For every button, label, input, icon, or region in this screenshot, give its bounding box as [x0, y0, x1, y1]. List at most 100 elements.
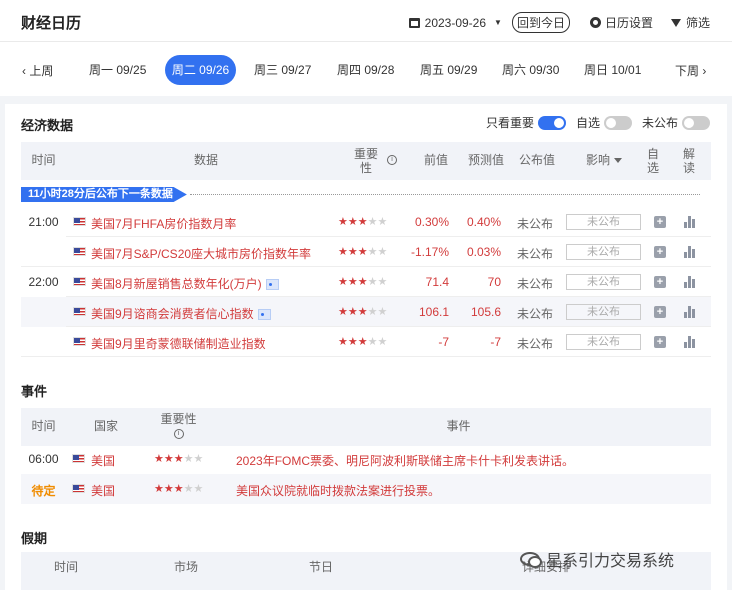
- econ-row[interactable]: 美国9月里奇蒙德联储制造业指数 ★★★★★ -7 -7 未公布 未公布 +: [21, 327, 711, 357]
- bar-chart-icon[interactable]: [684, 246, 696, 258]
- econ-row[interactable]: 22:00 美国8月新屋销售总数年化(万户) ★★★★★ 71.4 70 未公布 未公布 +: [21, 267, 711, 297]
- day-tab-sat[interactable]: 周六 09/30: [502, 55, 559, 85]
- add-watchlist-button[interactable]: +: [654, 246, 666, 258]
- star-filled-icon: ★: [347, 306, 358, 318]
- star-filled-icon: ★: [347, 276, 358, 288]
- importance-stars: ★★★★★: [154, 482, 203, 495]
- info-icon[interactable]: i: [387, 155, 397, 165]
- us-flag-icon: [73, 277, 86, 286]
- star-filled-icon: ★: [338, 246, 348, 258]
- us-flag-icon: [73, 337, 86, 346]
- day-tab-tue[interactable]: 周二 09/26: [165, 55, 236, 85]
- day-tab-thu[interactable]: 周四 09/28: [337, 55, 394, 85]
- econ-row[interactable]: 21:00 美国7月FHFA房价指数月率 ★★★★★ 0.30% 0.40% 未公布 未公布…: [21, 207, 711, 237]
- live-badge-icon: [265, 279, 279, 291]
- day-tab-fri[interactable]: 周五 09/29: [420, 55, 477, 85]
- impact-box: 未公布: [566, 244, 641, 260]
- econ-row[interactable]: 美国7月S&P/CS20座大城市房价指数年率 ★★★★★ -1.17% 0.03% 未公…: [21, 237, 711, 267]
- star-filled-icon: ★: [347, 336, 358, 348]
- star-filled-icon: ★: [347, 216, 358, 228]
- impact-box: 未公布: [566, 304, 641, 320]
- add-watchlist-button[interactable]: +: [654, 276, 666, 288]
- previous-value: 71.4: [425, 275, 449, 289]
- star-filled-icon: ★: [338, 216, 348, 228]
- day-tab-sun[interactable]: 周日 10/01: [584, 55, 641, 85]
- event-row[interactable]: 06:00 美国 ★★★★★ 2023年FOMC票委、明尼阿波利斯联储主席卡什卡利发表…: [21, 444, 711, 474]
- star-empty-icon: ★: [377, 336, 388, 348]
- add-watchlist-button[interactable]: +: [654, 216, 666, 228]
- indicator-name[interactable]: 美国9月里奇蒙德联储制造业指数: [91, 335, 266, 352]
- indicator-name[interactable]: 美国7月S&P/CS20座大城市房价指数年率: [91, 245, 311, 262]
- col-importance: 重要 性: [346, 147, 386, 175]
- wechat-logo-icon: [520, 552, 542, 568]
- bar-chart-icon[interactable]: [684, 306, 696, 318]
- next-week-button[interactable]: 下周 ›: [675, 62, 706, 79]
- watchlist-toggle[interactable]: [603, 115, 632, 130]
- event-description: 2023年FOMC票委、明尼阿波利斯联储主席卡什卡利发表讲话。: [236, 454, 575, 468]
- indicator-name-text: 美国7月S&P/CS20座大城市房价指数年率: [91, 247, 312, 261]
- econ-section-title: 经济数据: [21, 118, 74, 133]
- unpublished-toggle[interactable]: [682, 115, 710, 130]
- indicator-name[interactable]: 美国8月新屋销售总数年化(万户): [91, 275, 279, 292]
- star-filled-icon: ★: [173, 453, 184, 465]
- star-filled-icon: ★: [163, 453, 174, 465]
- col-watch-line1: 自: [646, 147, 659, 161]
- col-impact[interactable]: 影响: [579, 153, 629, 167]
- econ-row[interactable]: 美国9月谘商会消费者信心指数 ★★★★★ 106.1 105.6 未公布 未公布 +: [21, 297, 711, 327]
- day-tab-wed[interactable]: 周三 09/27: [254, 55, 311, 85]
- ev-col-importance: 重要性 i: [151, 412, 206, 440]
- important-only-toggle[interactable]: [537, 115, 566, 130]
- previous-value: -1.17%: [410, 245, 449, 259]
- header-tools: 2023-09-26 ▼ 回到今日 日历设置 筛选: [408, 12, 710, 33]
- star-filled-icon: ★: [357, 336, 368, 348]
- gear-icon: [589, 17, 601, 28]
- caret-down-icon: ▼: [494, 18, 502, 27]
- bar-chart-icon[interactable]: [684, 276, 696, 288]
- date-picker[interactable]: 2023-09-26 ▼: [408, 16, 502, 30]
- previous-value: 106.1: [418, 305, 449, 319]
- importance-stars: ★★★★★: [338, 275, 387, 288]
- week-navigator: ‹ 上周 周一 09/25 周二 09/26 周三 09/27 周四 09/28…: [0, 55, 732, 85]
- star-filled-icon: ★: [357, 216, 368, 228]
- previous-value: 0.30%: [414, 215, 449, 229]
- impact-box: 未公布: [566, 274, 641, 290]
- indicator-name-text: 美国9月谘商会消费者信心指数: [91, 307, 254, 321]
- prev-week-button[interactable]: ‹ 上周: [22, 62, 53, 79]
- filter-button[interactable]: 筛选: [670, 14, 710, 31]
- econ-table-header: 时间 数据 重要 性 i 前值 预测值 公布值 影响 自选 解读: [21, 142, 711, 180]
- ev-info-icon[interactable]: i: [173, 428, 184, 439]
- us-flag-icon: [73, 217, 86, 226]
- indicator-name[interactable]: 美国7月FHFA房价指数月率: [91, 215, 236, 232]
- published-value: 未公布: [517, 247, 554, 261]
- importance-stars: ★★★★★: [338, 335, 387, 348]
- star-empty-icon: ★: [377, 246, 388, 258]
- event-time: 06:00: [28, 452, 59, 466]
- countdown-divider: [190, 194, 700, 195]
- day-tab-mon[interactable]: 周一 09/25: [89, 55, 146, 85]
- indicator-name[interactable]: 美国9月谘商会消费者信心指数: [91, 305, 271, 322]
- col-importance-line1: 重要: [353, 147, 378, 161]
- add-watchlist-button[interactable]: +: [654, 306, 666, 318]
- star-empty-icon: ★: [183, 453, 194, 465]
- calendar-settings-button[interactable]: 日历设置: [589, 14, 653, 31]
- star-empty-icon: ★: [367, 216, 378, 228]
- published-value: 未公布: [517, 307, 554, 321]
- back-to-today-button[interactable]: 回到今日: [511, 12, 570, 33]
- event-row[interactable]: 待定 美国 ★★★★★ 美国众议院就临时拨款法案进行投票。: [21, 474, 711, 504]
- star-filled-icon: ★: [173, 483, 184, 495]
- importance-stars: ★★★★★: [338, 215, 387, 228]
- published-value: 未公布: [517, 217, 554, 231]
- calendar-icon: [408, 17, 420, 28]
- forecast-value: 0.40%: [466, 215, 501, 229]
- col-previous: 前值: [423, 153, 448, 167]
- add-watchlist-button[interactable]: +: [654, 336, 666, 348]
- previous-value: -7: [438, 335, 449, 349]
- bar-chart-icon[interactable]: [684, 336, 696, 348]
- bar-chart-icon[interactable]: [684, 216, 696, 228]
- star-filled-icon: ★: [163, 483, 174, 495]
- col-interpret: 解读: [681, 147, 697, 175]
- indicator-name-text: 美国9月里奇蒙德联储制造业指数: [91, 337, 266, 351]
- calendar-settings-label: 日历设置: [604, 16, 653, 30]
- ev-col-event: 事件: [446, 419, 471, 433]
- forecast-value: 105.6: [470, 305, 501, 319]
